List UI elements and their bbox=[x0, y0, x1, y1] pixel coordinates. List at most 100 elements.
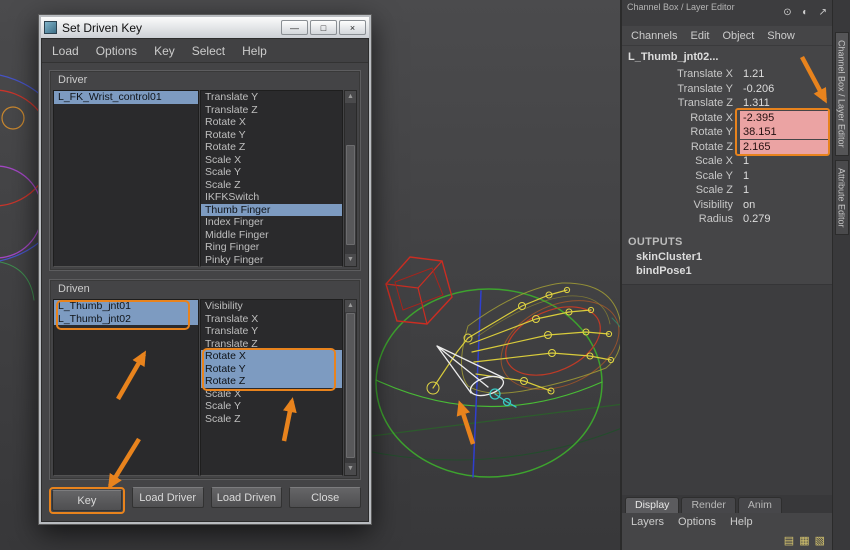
scroll-up-icon[interactable]: ▲ bbox=[345, 91, 356, 103]
scrollbar-thumb[interactable] bbox=[346, 145, 355, 245]
channel-name[interactable]: Rotate Z bbox=[622, 141, 740, 153]
close-icon[interactable]: × bbox=[339, 20, 366, 35]
channel-value-field[interactable]: 0.279 bbox=[740, 212, 832, 226]
layer-editor-toolbar: ▤ ▦ ▧ bbox=[622, 531, 832, 550]
select-arrow-icon[interactable]: ↗ bbox=[819, 7, 827, 18]
driven-object-item[interactable]: L_Thumb_jnt02 bbox=[54, 313, 198, 326]
driver-attr-item[interactable]: Rotate X bbox=[201, 116, 342, 129]
driven-attr-item[interactable]: Scale Y bbox=[201, 400, 342, 413]
scroll-up-icon[interactable]: ▲ bbox=[345, 300, 356, 312]
driver-object-item[interactable]: L_FK_Wrist_control01 bbox=[54, 91, 198, 104]
layer-options-icon[interactable]: ▧ bbox=[815, 534, 825, 547]
driver-scrollbar[interactable]: ▲ ▼ bbox=[344, 90, 357, 267]
channel-value-field[interactable]: 1.311 bbox=[740, 96, 832, 110]
scrollbar-thumb[interactable] bbox=[346, 313, 355, 458]
channel-value-field[interactable]: 1 bbox=[740, 183, 832, 197]
menu-layers[interactable]: Layers bbox=[631, 516, 664, 528]
key-button[interactable]: Key bbox=[52, 490, 122, 511]
channel-value-field[interactable]: 1.21 bbox=[740, 67, 832, 81]
new-layer-from-selected-icon[interactable]: ▦ bbox=[799, 534, 809, 547]
channel-box-object-name[interactable]: L_Thumb_jnt02... bbox=[622, 46, 832, 67]
maximize-button[interactable]: □ bbox=[310, 20, 337, 35]
channel-name[interactable]: Scale X bbox=[622, 155, 740, 167]
driver-attr-item[interactable]: Rotate Z bbox=[201, 141, 342, 154]
side-tab-channel-box[interactable]: Channel Box / Layer Editor bbox=[835, 32, 849, 156]
tab-anim[interactable]: Anim bbox=[738, 497, 782, 513]
driven-object-list[interactable]: L_Thumb_jnt01 L_Thumb_jnt02 bbox=[53, 299, 199, 476]
driven-attr-item[interactable]: Scale X bbox=[201, 388, 342, 401]
tab-display[interactable]: Display bbox=[625, 497, 679, 513]
driver-attr-item-selected[interactable]: Thumb Finger bbox=[201, 204, 342, 217]
right-tab-strip: Channel Box / Layer Editor Attribute Edi… bbox=[832, 0, 850, 550]
channel-name[interactable]: Translate Z bbox=[622, 97, 740, 109]
driver-attr-item[interactable]: Rotate Y bbox=[201, 129, 342, 142]
driven-object-item[interactable]: L_Thumb_jnt01 bbox=[54, 300, 198, 313]
menu-select[interactable]: Select bbox=[192, 44, 225, 58]
driver-attr-item[interactable]: Scale X bbox=[201, 154, 342, 167]
driver-attr-item[interactable]: Scale Z bbox=[201, 179, 342, 192]
minimize-button[interactable]: — bbox=[281, 20, 308, 35]
window-icon bbox=[44, 21, 57, 34]
driven-attr-item[interactable]: Translate Y bbox=[201, 325, 342, 338]
side-tab-attribute-editor[interactable]: Attribute Editor bbox=[835, 160, 849, 236]
tab-render[interactable]: Render bbox=[681, 497, 735, 513]
channel-value-field-highlighted[interactable]: 2.165 bbox=[740, 140, 829, 154]
driver-attr-item[interactable]: Index Finger bbox=[201, 216, 342, 229]
channel-name[interactable]: Translate Y bbox=[622, 83, 740, 95]
driver-object-list[interactable]: L_FK_Wrist_control01 bbox=[53, 90, 199, 267]
menu-channels[interactable]: Channels bbox=[631, 30, 677, 42]
channel-name[interactable]: Rotate X bbox=[622, 112, 740, 124]
scroll-down-icon[interactable]: ▼ bbox=[345, 463, 356, 475]
new-layer-icon[interactable]: ▤ bbox=[784, 534, 794, 547]
driven-attr-item[interactable]: Translate X bbox=[201, 313, 342, 326]
driver-attr-item[interactable]: Scale Y bbox=[201, 166, 342, 179]
driver-attr-item[interactable]: IKFKSwitch bbox=[201, 191, 342, 204]
scrollbar-track[interactable] bbox=[345, 103, 356, 254]
menu-layer-options[interactable]: Options bbox=[678, 516, 716, 528]
channel-value-field[interactable]: 1 bbox=[740, 154, 832, 168]
driver-attr-item[interactable]: Pinky Finger bbox=[201, 254, 342, 267]
lock-icon[interactable]: ⊙ bbox=[783, 7, 791, 18]
load-driven-button[interactable]: Load Driven bbox=[211, 487, 283, 508]
channel-value-field[interactable]: 1 bbox=[740, 169, 832, 183]
menu-help[interactable]: Help bbox=[242, 44, 267, 58]
driver-attribute-list[interactable]: Translate Y Translate Z Rotate X Rotate … bbox=[200, 90, 343, 267]
channel-value-field[interactable]: -0.206 bbox=[740, 82, 832, 96]
driver-attr-item[interactable]: Ring Finger bbox=[201, 241, 342, 254]
channel-name[interactable]: Radius bbox=[622, 213, 740, 225]
driver-attr-item[interactable]: Translate Y bbox=[201, 91, 342, 104]
menu-options[interactable]: Options bbox=[96, 44, 137, 58]
output-node[interactable]: skinCluster1 bbox=[622, 250, 832, 264]
channel-value-field[interactable]: on bbox=[740, 198, 832, 212]
driven-attribute-list[interactable]: Visibility Translate X Translate Y Trans… bbox=[200, 299, 343, 476]
close-dialog-button[interactable]: Close bbox=[289, 487, 361, 508]
menu-object[interactable]: Object bbox=[722, 30, 754, 42]
driven-attr-item[interactable]: Scale Z bbox=[201, 413, 342, 426]
driven-attr-item-selected[interactable]: Rotate Y bbox=[201, 363, 342, 376]
menu-show[interactable]: Show bbox=[767, 30, 795, 42]
channel-name[interactable]: Rotate Y bbox=[622, 126, 740, 138]
driven-scrollbar[interactable]: ▲ ▼ bbox=[344, 299, 357, 476]
channel-value-field-highlighted[interactable]: 38.151 bbox=[740, 125, 829, 139]
channel-name[interactable]: Visibility bbox=[622, 199, 740, 211]
load-driver-button[interactable]: Load Driver bbox=[132, 487, 204, 508]
scrollbar-track[interactable] bbox=[345, 312, 356, 463]
contrast-icon[interactable]: ◐ bbox=[802, 7, 808, 18]
menu-key[interactable]: Key bbox=[154, 44, 175, 58]
driver-attr-item[interactable]: Middle Finger bbox=[201, 229, 342, 242]
driver-attr-item[interactable]: Translate Z bbox=[201, 104, 342, 117]
driven-attr-item[interactable]: Translate Z bbox=[201, 338, 342, 351]
window-titlebar[interactable]: Set Driven Key — □ × bbox=[41, 17, 369, 38]
driven-attr-item[interactable]: Visibility bbox=[201, 300, 342, 313]
menu-load[interactable]: Load bbox=[52, 44, 79, 58]
channel-name[interactable]: Translate X bbox=[622, 68, 740, 80]
menu-layer-help[interactable]: Help bbox=[730, 516, 753, 528]
driven-attr-item-selected[interactable]: Rotate X bbox=[201, 350, 342, 363]
scroll-down-icon[interactable]: ▼ bbox=[345, 254, 356, 266]
channel-value-field-highlighted[interactable]: -2.395 bbox=[740, 111, 829, 125]
channel-name[interactable]: Scale Z bbox=[622, 184, 740, 196]
output-node[interactable]: bindPose1 bbox=[622, 264, 832, 278]
menu-edit[interactable]: Edit bbox=[690, 30, 709, 42]
driven-attr-item-selected[interactable]: Rotate Z bbox=[201, 375, 342, 388]
channel-name[interactable]: Scale Y bbox=[622, 170, 740, 182]
